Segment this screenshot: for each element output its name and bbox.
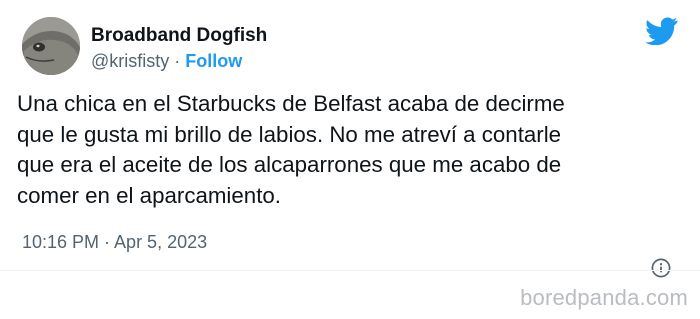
twitter-bird-icon[interactable] xyxy=(645,17,678,45)
follow-button[interactable]: Follow xyxy=(185,51,242,71)
tweet-card: Broadband Dogfish @krisfisty · Follow Un… xyxy=(0,0,700,278)
divider xyxy=(0,270,700,271)
dogfish-avatar-icon xyxy=(22,17,80,75)
watermark: boredpanda.com xyxy=(520,285,688,310)
tweet-text: Una chica en el Starbucks de Belfast aca… xyxy=(17,91,565,208)
author-avatar[interactable] xyxy=(22,17,80,75)
author-handle-line: @krisfisty · Follow xyxy=(91,49,242,73)
author-handle[interactable]: @krisfisty xyxy=(91,51,169,71)
author-display-name[interactable]: Broadband Dogfish xyxy=(91,24,267,48)
handle-separator: · xyxy=(169,51,186,71)
info-icon[interactable] xyxy=(651,258,671,278)
tweet-timestamp[interactable]: 10:16 PM · Apr 5, 2023 xyxy=(22,230,207,254)
